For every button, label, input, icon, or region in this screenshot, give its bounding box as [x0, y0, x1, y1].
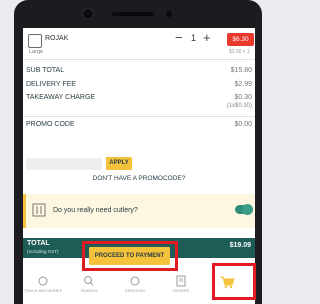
item-quantity: 1 [191, 33, 197, 43]
nav-search[interactable]: SEARCH [69, 273, 109, 304]
cart-item: ROJAK Large − 1 + $6.30 $2.60 x 1 [23, 28, 255, 58]
total-label: TOTAL [27, 240, 50, 247]
accent-bar [23, 194, 26, 228]
nav-label: TRACK DELIVERIES [23, 288, 63, 293]
decrease-quantity-button[interactable]: − [175, 30, 183, 45]
takeaway-label: TAKEAWAY CHARGE [26, 94, 96, 101]
nav-services[interactable]: SERVICES [115, 273, 155, 304]
total-note: (Including GST) [27, 249, 59, 254]
no-promocode-link[interactable]: DON'T HAVE A PROMOCODE? [23, 175, 255, 182]
apply-button[interactable]: APPLY [106, 157, 132, 170]
promo-label: PROMO CODE [26, 121, 75, 128]
food-icon [28, 34, 42, 48]
delivery-value: $2.99 [234, 81, 252, 88]
nav-label: ORDERS [172, 288, 190, 293]
cart-highlight [212, 263, 256, 300]
nav-label: SEARCH [80, 288, 98, 293]
speaker [112, 12, 154, 16]
sensor [166, 11, 172, 17]
item-sub-price: $2.60 x 1 [229, 49, 250, 55]
promo-value: $0.00 [234, 121, 252, 128]
services-icon [130, 276, 140, 286]
delivery-icon [38, 276, 48, 286]
nav-label: SERVICES [124, 288, 146, 293]
delivery-label: DELIVERY FEE [26, 81, 76, 88]
nav-orders[interactable]: ORDERS [161, 273, 201, 304]
item-name: ROJAK [45, 35, 69, 42]
subtotal-value: $15.80 [230, 67, 252, 74]
orders-icon [176, 275, 186, 287]
proceed-to-payment-button[interactable]: PROCEED TO PAYMENT [89, 247, 170, 265]
cutlery-toggle[interactable] [235, 204, 253, 215]
promo-code-input[interactable] [26, 158, 102, 170]
takeaway-value: $0.30 [234, 94, 252, 101]
delivery-row: DELIVERY FEE $2.99 [26, 81, 252, 93]
cutlery-icon [32, 203, 46, 217]
divider [23, 116, 255, 117]
subtotal-row: SUB TOTAL $15.80 [26, 67, 252, 79]
item-price: $6.30 [227, 33, 254, 46]
search-icon [84, 276, 94, 286]
subtotal-label: SUB TOTAL [26, 67, 65, 74]
takeaway-note: (1x$0.30) [226, 103, 252, 109]
promo-row: PROMO CODE $0.00 [26, 121, 252, 133]
item-size: Large [29, 49, 44, 55]
total-amount: $19.09 [229, 242, 251, 249]
takeaway-row: TAKEAWAY CHARGE $0.30 (1x$0.30) [26, 94, 252, 114]
cutlery-prompt: Do you really need cutlery? [23, 194, 255, 228]
cutlery-question: Do you really need cutlery? [53, 207, 138, 214]
divider [23, 59, 255, 60]
camera [82, 8, 94, 20]
increase-quantity-button[interactable]: + [203, 30, 211, 45]
nav-track-deliveries[interactable]: TRACK DELIVERIES [23, 273, 63, 304]
toggle-knob [242, 204, 253, 215]
